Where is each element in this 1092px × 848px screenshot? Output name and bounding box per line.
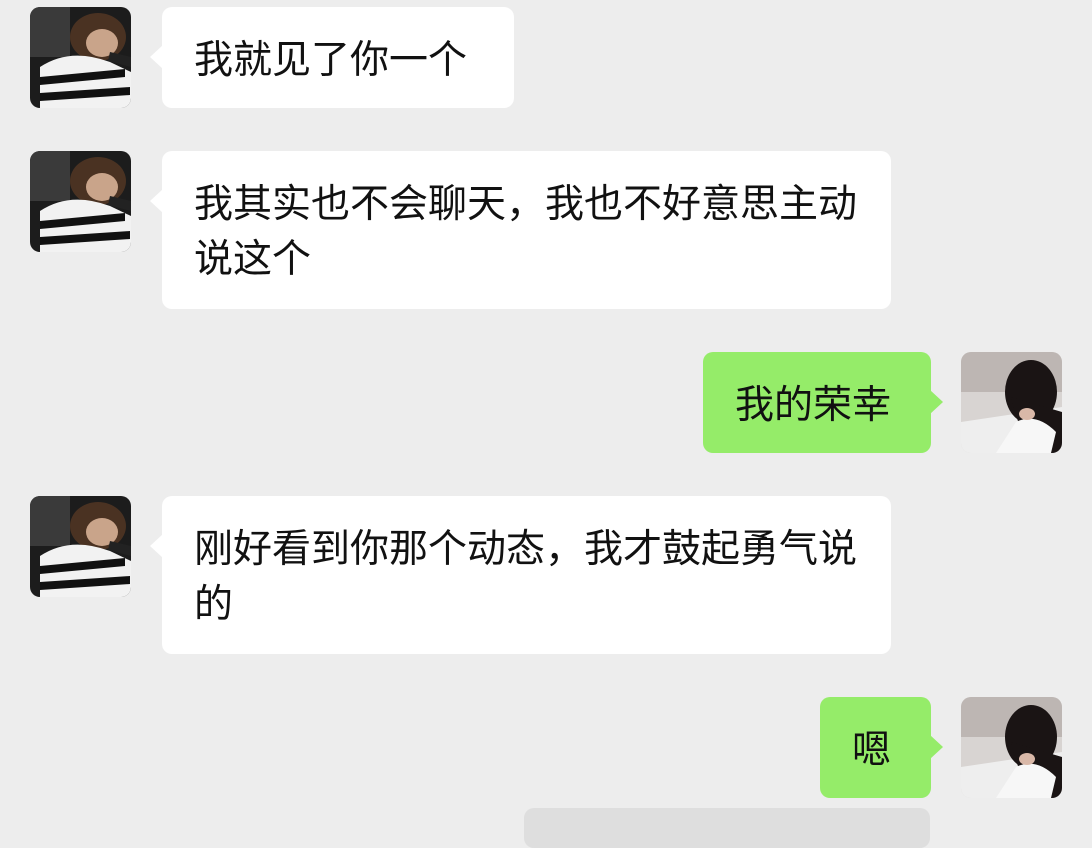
partial-system-message [524,808,930,848]
contact-avatar-icon [30,151,131,252]
message-text: 刚好看到你那个动态，我才鼓起勇气说的 [194,527,858,627]
contact-avatar-icon [30,496,131,597]
my-avatar[interactable] [961,697,1062,798]
my-avatar[interactable] [961,352,1062,453]
contact-avatar[interactable] [30,496,131,597]
my-avatar-icon [961,697,1062,798]
message-text: 我的荣幸 [735,383,892,428]
message-bubble-outgoing[interactable]: 嗯 [820,697,943,798]
contact-avatar-icon [30,7,131,108]
message-bubble-incoming[interactable]: 我就见了你一个 [150,7,514,108]
contact-avatar[interactable] [30,7,131,108]
message-bubble-incoming[interactable]: 刚好看到你那个动态，我才鼓起勇气说的 [150,496,891,654]
message-text: 嗯 [852,728,892,773]
message-text: 我就见了你一个 [194,38,468,83]
message-bubble-incoming[interactable]: 我其实也不会聊天，我也不好意思主动说这个 [150,151,891,309]
message-bubble-outgoing[interactable]: 我的荣幸 [703,352,943,453]
my-avatar-icon [961,352,1062,453]
message-text: 我其实也不会聊天，我也不好意思主动说这个 [194,182,858,282]
contact-avatar[interactable] [30,151,131,252]
